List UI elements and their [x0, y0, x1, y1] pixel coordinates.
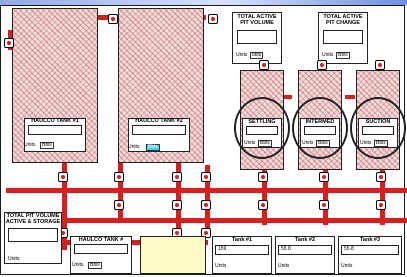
total-active-pit-change-field[interactable]	[323, 30, 363, 44]
bottom-haulco-tank-units-value[interactable]: Bbls	[88, 262, 102, 269]
haulco-tank-1-value-field[interactable]	[28, 125, 82, 135]
valve-low-3[interactable]	[201, 200, 211, 210]
suction-pit-label: SUCTION	[365, 119, 391, 125]
settling-pit-value-field[interactable]	[246, 126, 278, 135]
valve-low-1[interactable]	[114, 200, 124, 210]
haulco-tank-2-value-field[interactable]	[132, 125, 186, 135]
valve-top-2[interactable]	[208, 14, 218, 24]
valve-low-6[interactable]	[376, 200, 386, 210]
total-active-pit-change-units-label: Units	[322, 52, 334, 58]
total-active-pit-volume-field[interactable]	[237, 30, 277, 44]
settling-pit-units-value[interactable]: Bbls	[258, 140, 272, 147]
valve-mid-7[interactable]	[376, 172, 386, 182]
valve-mid-4[interactable]	[201, 172, 211, 182]
valve-mid-1[interactable]	[58, 172, 68, 182]
pit-connector-2	[345, 95, 355, 99]
tank-readout-2-label: Tank #2	[294, 237, 316, 243]
haulco-tank-1-units-value[interactable]: Bbls	[40, 142, 54, 149]
tank-readout-2-units-label: Units	[278, 263, 290, 269]
valve-low-4[interactable]	[258, 200, 268, 210]
haulco-tank-2-units-label: Units	[128, 144, 140, 150]
haulco-tank-2-label: HAULCO TANK #2	[135, 118, 183, 124]
total-active-pit-volume-units-label: Units	[236, 52, 248, 58]
total-active-pit-volume-units-value[interactable]: bbls	[250, 52, 264, 59]
total-pit-volume-units-label: Units	[8, 256, 20, 262]
valve-pit-3[interactable]	[375, 60, 385, 70]
tank-readout-3-label: Tank #3	[359, 237, 381, 243]
total-active-pit-change-title: TOTAL ACTIVE PIT CHANGE	[323, 14, 363, 26]
total-active-pit-change-units-value[interactable]: Bbls	[336, 52, 350, 59]
vertical-pipe-2	[118, 160, 123, 220]
intermed-pit-units-label: Units	[302, 140, 314, 146]
bottom-haulco-tank-label: HAULCO TANK #	[78, 237, 124, 243]
bottom-haulco-tank-units-label: Units	[72, 262, 84, 268]
settling-pit-units-label: Units	[244, 140, 256, 146]
haulco-tank-1-label: HAULCO TANK #1	[31, 118, 79, 124]
valve-mid-6[interactable]	[319, 172, 329, 182]
valve-low-2[interactable]	[172, 200, 182, 210]
settling-pit-label: SETTLING	[248, 119, 276, 125]
valve-top-left[interactable]	[4, 38, 14, 48]
suction-pit-units-value[interactable]: Bbls	[374, 140, 388, 147]
valve-mid-3[interactable]	[172, 172, 182, 182]
haulco-tank-1-units-label: Units	[24, 142, 36, 148]
tank-readout-1-value[interactable]: 159	[215, 245, 269, 255]
intermed-pit-value-field[interactable]	[304, 126, 336, 135]
suction-pit-value-field[interactable]	[362, 126, 394, 135]
total-pit-volume-title: TOTAL PIT VOLUME ACTIVE & STORAGE	[5, 213, 61, 225]
valve-top-1[interactable]	[108, 14, 118, 24]
tank-readout-1-units-label: Units	[215, 263, 227, 269]
valve-mid-2[interactable]	[114, 172, 124, 182]
intermed-pit-units-value[interactable]: Bbls	[316, 140, 330, 147]
total-active-pit-volume-title: TOTAL ACTIVE PIT VOLUME	[237, 14, 277, 26]
tank-readout-1-label: Tank #1	[231, 237, 253, 243]
valve-pit-2[interactable]	[317, 60, 327, 70]
valve-pit-1[interactable]	[259, 60, 269, 70]
total-pit-volume-field[interactable]	[8, 228, 58, 242]
haulco-tank-2-units-value[interactable]: Bbls	[146, 144, 160, 151]
valve-low-5[interactable]	[319, 200, 329, 210]
tank-readout-3-value[interactable]: 55.8	[341, 245, 399, 255]
valve-mid-5[interactable]	[258, 172, 268, 182]
suction-pit-units-label: Units	[360, 140, 372, 146]
yellow-display-panel	[140, 236, 206, 274]
bottom-haulco-tank-field[interactable]	[74, 244, 128, 254]
pit-monitor-screen: HAULCO TANK #1 Units Bbls HAULCO TANK #2…	[0, 0, 407, 277]
intermed-pit-label: INTERMED	[305, 119, 335, 125]
tank-readout-3-units-label: Units	[341, 263, 353, 269]
tank-readout-2-value[interactable]: 55.8	[278, 245, 332, 255]
